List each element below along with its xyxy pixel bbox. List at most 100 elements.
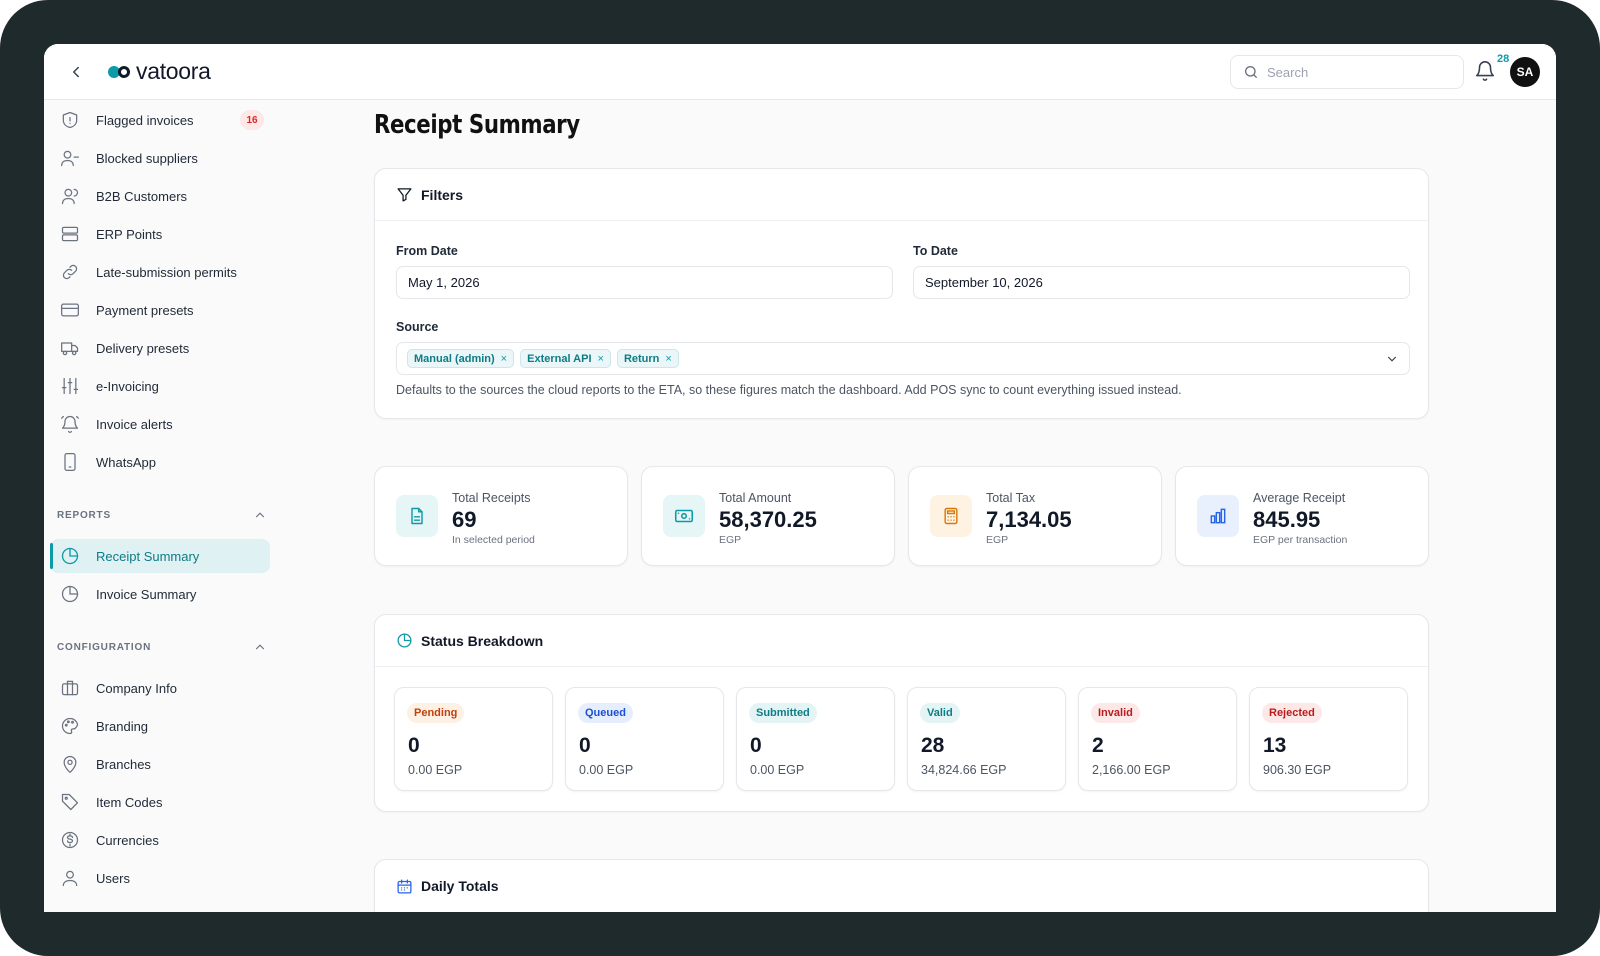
sidebar-item-invoice-summary[interactable]: Invoice Summary [50, 577, 270, 611]
calculator-icon [930, 495, 972, 537]
sidebar-item-label: Company Info [96, 680, 177, 696]
notifications-button[interactable] [1474, 60, 1498, 84]
status-amount: 0.00 EGP [579, 763, 634, 777]
calendar-icon [397, 878, 412, 894]
sidebar-item-b2b-customers[interactable]: B2B Customers [50, 179, 270, 213]
filter-icon [397, 188, 412, 202]
sidebar-item-label: Item Codes [96, 794, 163, 810]
status-breakdown-title: Status Breakdown [421, 632, 544, 649]
daily-totals-card: Daily Totals [374, 859, 1429, 912]
sidebar-item-label: Delivery presets [96, 340, 190, 356]
server-icon [58, 222, 82, 246]
stat-label: Total Tax [986, 491, 1036, 505]
sidebar-item-flagged-invoices[interactable]: Flagged invoices 16 [50, 103, 270, 137]
remove-chip-icon[interactable]: × [501, 353, 507, 365]
chevron-down-icon[interactable] [1385, 352, 1399, 366]
status-amount: 906.30 EGP [1263, 763, 1332, 777]
source-multiselect[interactable]: Manual (admin) × External API × Return × [396, 342, 1410, 375]
chevron-left-icon [73, 66, 79, 78]
status-count: 2 [1092, 734, 1104, 757]
credit-card-icon [58, 298, 82, 322]
source-helper-text: Defaults to the sources the cloud report… [396, 383, 1182, 397]
bar-chart-icon [1197, 495, 1239, 537]
source-chip-label: External API [527, 352, 592, 365]
palette-icon [58, 714, 82, 738]
sidebar-item-label: Branding [96, 718, 149, 734]
status-count: 0 [579, 734, 591, 757]
remove-chip-icon[interactable]: × [665, 353, 671, 365]
user-minus-icon [58, 146, 82, 170]
status-card-submitted[interactable]: Submitted 0 0.00 EGP [736, 687, 895, 791]
stat-value: 845.95 [1253, 507, 1321, 532]
sidebar-item-currencies[interactable]: Currencies [50, 823, 270, 857]
app-screen: vatoora 28 SA Flagged invoices 16 Blocke… [44, 44, 1556, 912]
search-box[interactable] [1230, 55, 1464, 89]
smartphone-icon [58, 450, 82, 474]
status-badge: Submitted [749, 703, 817, 723]
status-count: 28 [921, 734, 945, 757]
source-chip: Manual (admin) × [407, 349, 515, 368]
source-chip-label: Manual (admin) [414, 352, 495, 365]
sidebar-item-label: Late-submission permits [96, 264, 237, 280]
sidebar-item-label: WhatsApp [96, 454, 156, 470]
sidebar-item-invoice-alerts[interactable]: Invoice alerts [50, 407, 270, 441]
status-card-pending[interactable]: Pending 0 0.00 EGP [394, 687, 553, 791]
from-date-label: From Date [396, 244, 458, 258]
remove-chip-icon[interactable]: × [598, 353, 604, 365]
sidebar-item-company-info[interactable]: Company Info [50, 671, 270, 705]
to-date-field[interactable]: September 10, 2026 [913, 266, 1410, 299]
sidebar-item-payment-presets[interactable]: Payment presets [50, 293, 270, 327]
sidebar-item-e-invoicing[interactable]: e-Invoicing [50, 369, 270, 403]
status-breakdown-header: Status Breakdown [375, 615, 1428, 667]
sidebar-item-late-submission-permits[interactable]: Late-submission permits [50, 255, 270, 289]
page-title: Receipt Summary [374, 110, 580, 140]
filters-header: Filters [375, 169, 1428, 221]
status-card-valid[interactable]: Valid 28 34,824.66 EGP [907, 687, 1066, 791]
pie-chart-icon [58, 582, 82, 606]
sidebar-item-label: Branches [96, 756, 151, 772]
sidebar-item-delivery-presets[interactable]: Delivery presets [50, 331, 270, 365]
back-button[interactable] [64, 60, 88, 84]
sidebar-item-receipt-summary[interactable]: Receipt Summary [50, 539, 270, 573]
daily-totals-header: Daily Totals [375, 860, 1428, 912]
sidebar-item-users[interactable]: Users [50, 861, 270, 895]
device-frame: vatoora 28 SA Flagged invoices 16 Blocke… [0, 0, 1600, 956]
sidebar-item-blocked-suppliers[interactable]: Blocked suppliers [50, 141, 270, 175]
stat-value: 69 [452, 507, 477, 532]
source-chip: Return × [616, 349, 679, 368]
users-icon [58, 184, 82, 208]
sidebar-item-item-codes[interactable]: Item Codes [50, 785, 270, 819]
sidebar-item-label: e-Invoicing [96, 378, 159, 394]
truck-icon [58, 336, 82, 360]
pie-chart-icon [58, 544, 82, 568]
stat-label: Total Amount [719, 491, 792, 505]
status-amount: 34,824.66 EGP [921, 763, 1007, 777]
sidebar-item-label: ERP Points [96, 226, 163, 242]
sidebar-item-erp-points[interactable]: ERP Points [50, 217, 270, 251]
sidebar-item-branding[interactable]: Branding [50, 709, 270, 743]
configuration-section-toggle[interactable]: CONFIGURATION [57, 637, 267, 657]
status-card-rejected[interactable]: Rejected 13 906.30 EGP [1249, 687, 1408, 791]
stat-value: 7,134.05 [986, 507, 1072, 532]
reports-section-toggle[interactable]: REPORTS [57, 505, 267, 525]
status-card-queued[interactable]: Queued 0 0.00 EGP [565, 687, 724, 791]
filters-card: Filters From Date May 1, 2026 To Date Se… [374, 168, 1429, 419]
sidebar-item-branches[interactable]: Branches [50, 747, 270, 781]
status-amount: 0.00 EGP [408, 763, 463, 777]
search-input[interactable] [1267, 64, 1447, 80]
chevron-up-icon [255, 644, 265, 650]
stat-label: Total Receipts [452, 491, 531, 505]
sidebar-item-whatsapp[interactable]: WhatsApp [50, 445, 270, 479]
from-date-field[interactable]: May 1, 2026 [396, 266, 893, 299]
avatar[interactable]: SA [1510, 57, 1540, 87]
sidebar-item-label: B2B Customers [96, 188, 188, 204]
sidebar: Flagged invoices 16 Blocked suppliers B2… [44, 100, 284, 912]
status-count: 13 [1263, 734, 1287, 757]
bell-icon [1475, 61, 1495, 81]
stat-card-total-amount: Total Amount 58,370.25 EGP [641, 466, 895, 566]
source-label: Source [396, 320, 439, 334]
brand-logo[interactable]: vatoora [108, 58, 211, 85]
status-card-invalid[interactable]: Invalid 2 2,166.00 EGP [1078, 687, 1237, 791]
sidebar-item-label: Flagged invoices [96, 112, 194, 128]
flagged-count-badge: 16 [240, 110, 264, 130]
